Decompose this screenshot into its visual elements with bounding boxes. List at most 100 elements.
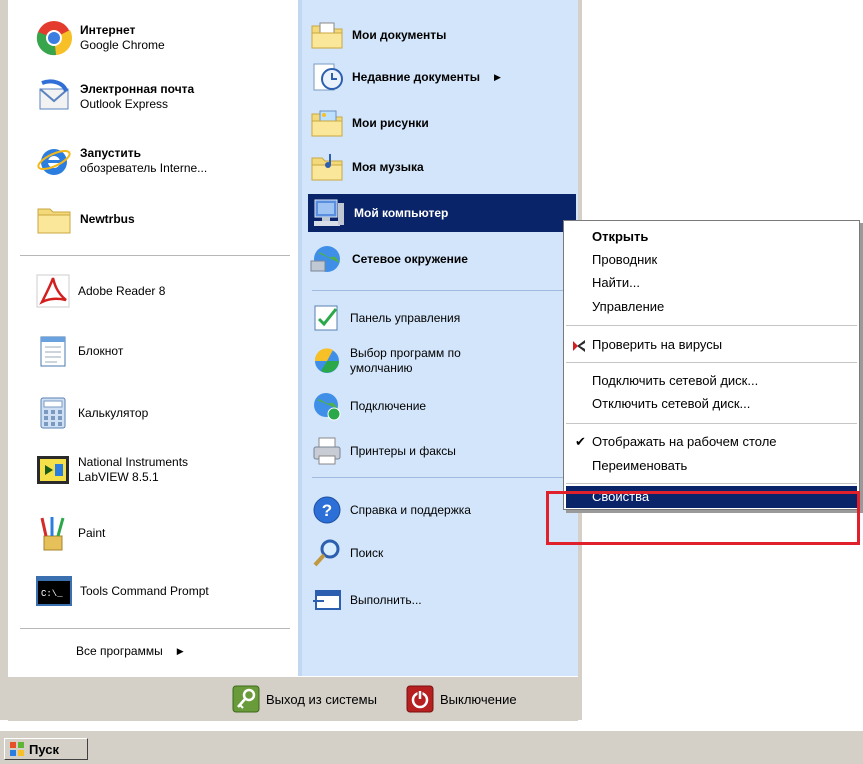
logoff-label: Выход из системы — [266, 691, 377, 707]
right-item-search[interactable]: Поиск — [312, 536, 576, 570]
right-item-label: Мои документы — [352, 27, 447, 42]
shutdown-label: Выключение — [440, 691, 517, 707]
chevron-right-icon: ▶ — [494, 71, 501, 82]
logoff-button[interactable]: Выход из системы — [232, 685, 377, 713]
menu-item-label: Отображать на рабочем столе — [592, 434, 777, 449]
right-item-label: Поиск — [350, 545, 384, 560]
help-icon: ? — [313, 496, 341, 524]
menu-item-disconnect-network-drive[interactable]: Отключить сетевой диск... — [566, 393, 857, 415]
menu-item-show-on-desktop[interactable]: ✔ Отображать на рабочем столе — [566, 431, 857, 453]
right-item-label: Моя музыка — [352, 159, 424, 174]
right-item-control-panel[interactable]: Панель управления — [312, 302, 576, 334]
all-programs-button[interactable]: Все программы ▶ — [76, 638, 256, 664]
menu-item-open[interactable]: Открыть — [566, 226, 857, 248]
recent-item-paint[interactable]: Paint — [36, 513, 294, 553]
menu-item-label: Управление — [592, 299, 665, 314]
right-item-my-documents[interactable]: Мои документы — [310, 18, 576, 52]
right-item-label: Недавние документы — [352, 69, 481, 84]
shutdown-button[interactable]: Выключение — [406, 685, 517, 713]
start-menu-right-column — [302, 0, 578, 676]
recent-documents-icon — [313, 63, 343, 91]
right-separator-2 — [312, 477, 574, 478]
right-item-default-programs[interactable]: Выбор программ по умолчанию — [312, 343, 576, 379]
menu-item-scan-virus[interactable]: Проверить на вирусы — [566, 334, 857, 356]
recent-item-calculator[interactable]: Калькулятор — [36, 395, 294, 431]
right-item-label: Сетевое окружение — [352, 251, 468, 266]
svg-text:C:\_: C:\_ — [41, 589, 63, 599]
pinned-item-internet[interactable]: Интернет Google Chrome — [36, 17, 294, 59]
right-separator — [312, 290, 574, 291]
recent-item-label: National Instruments — [78, 455, 189, 469]
pinned-item-subtitle: обозреватель Interne... — [80, 161, 208, 175]
notepad-icon — [40, 336, 66, 367]
right-item-my-pictures[interactable]: Мои рисунки — [310, 106, 576, 140]
menu-item-map-network-drive[interactable]: Подключить сетевой диск... — [566, 370, 857, 392]
control-panel-icon — [314, 305, 338, 331]
menu-separator — [566, 423, 857, 424]
pinned-item-title: Запустить — [80, 146, 141, 160]
menu-item-label: Открыть — [592, 229, 649, 244]
right-item-label: Мой компьютер — [354, 205, 449, 220]
menu-item-label: Подключить сетевой диск... — [592, 373, 759, 388]
calculator-icon — [40, 397, 66, 429]
right-item-my-music[interactable]: Моя музыка — [310, 150, 576, 184]
annotation-highlight-frame — [546, 491, 860, 545]
recent-item-label: Блокнот — [78, 343, 124, 358]
context-menu: Открыть Проводник Найти... Управление Пр… — [563, 220, 860, 510]
pinned-item-subtitle: Google Chrome — [80, 38, 165, 52]
menu-item-manage[interactable]: Управление — [566, 296, 857, 318]
ie-icon — [37, 149, 71, 175]
right-item-label: Принтеры и факсы — [350, 443, 456, 458]
recent-item-label: Tools Command Prompt — [80, 583, 209, 598]
right-item-printers[interactable]: Принтеры и факсы — [312, 434, 576, 468]
start-menu-bottom-bar: Выход из системы Выключение — [8, 676, 578, 721]
right-item-label: Выбор программ по — [350, 346, 461, 360]
taskbar: Пуск — [0, 730, 863, 764]
key-icon — [232, 685, 260, 713]
recent-item-label: Калькулятор — [78, 405, 149, 420]
all-programs-label: Все программы — [76, 643, 163, 658]
my-pictures-icon — [311, 110, 343, 137]
svg-text:?: ? — [322, 501, 332, 520]
antivirus-icon — [573, 340, 585, 352]
menu-separator — [566, 483, 857, 484]
menu-item-rename[interactable]: Переименовать — [566, 455, 857, 477]
command-prompt-icon: C:\_ — [36, 576, 72, 606]
menu-item-label: Найти... — [592, 275, 640, 290]
menu-item-label: Переименовать — [592, 458, 688, 473]
chevron-right-icon: ▶ — [176, 645, 184, 656]
right-item-label: Справка и поддержка — [350, 502, 471, 517]
pinned-item-title: Newtrbus — [80, 211, 135, 226]
default-programs-icon — [314, 348, 339, 373]
network-icon — [310, 246, 340, 272]
printers-icon — [313, 437, 341, 465]
recent-item-adobe-reader[interactable]: Adobe Reader 8 — [36, 273, 294, 309]
right-item-recent-documents[interactable]: Недавние документы ▶ — [310, 60, 576, 94]
recent-item-command-prompt[interactable]: C:\_ Tools Command Prompt — [36, 573, 294, 609]
windows-logo-icon — [10, 742, 24, 756]
pinned-item-email[interactable]: Электронная почта Outlook Express — [36, 76, 294, 118]
menu-item-label: Проверить на вирусы — [592, 337, 723, 352]
right-item-run[interactable]: Выполнить... — [312, 585, 576, 615]
right-item-connect[interactable]: Подключение — [312, 390, 576, 422]
power-icon — [406, 685, 434, 713]
right-item-help[interactable]: ? Справка и поддержка — [312, 493, 576, 527]
pinned-item-ie[interactable]: Запустить обозреватель Interne... — [36, 140, 294, 182]
recent-item-notepad[interactable]: Блокнот — [36, 333, 294, 369]
pinned-item-newtrbus[interactable]: Newtrbus — [36, 201, 294, 237]
start-button[interactable]: Пуск — [4, 738, 88, 760]
right-item-my-computer[interactable]: Мой компьютер — [308, 194, 576, 232]
pinned-item-subtitle: Outlook Express — [80, 97, 169, 111]
recent-item-labview[interactable]: National Instruments LabVIEW 8.5.1 — [36, 450, 294, 490]
right-item-label: Подключение — [350, 398, 427, 413]
menu-item-explorer[interactable]: Проводник — [566, 249, 857, 271]
menu-item-label: Проводник — [592, 252, 658, 267]
adobe-reader-icon — [36, 274, 70, 308]
right-item-label: Выполнить... — [350, 592, 422, 607]
right-item-network[interactable]: Сетевое окружение — [310, 242, 576, 276]
right-item-label-line2: умолчанию — [350, 361, 413, 375]
start-menu: Интернет Google Chrome Электронная почта O… — [0, 0, 582, 721]
my-documents-icon — [311, 22, 343, 49]
recent-item-label-line2: LabVIEW 8.5.1 — [78, 470, 159, 484]
menu-item-find[interactable]: Найти... — [566, 272, 857, 294]
